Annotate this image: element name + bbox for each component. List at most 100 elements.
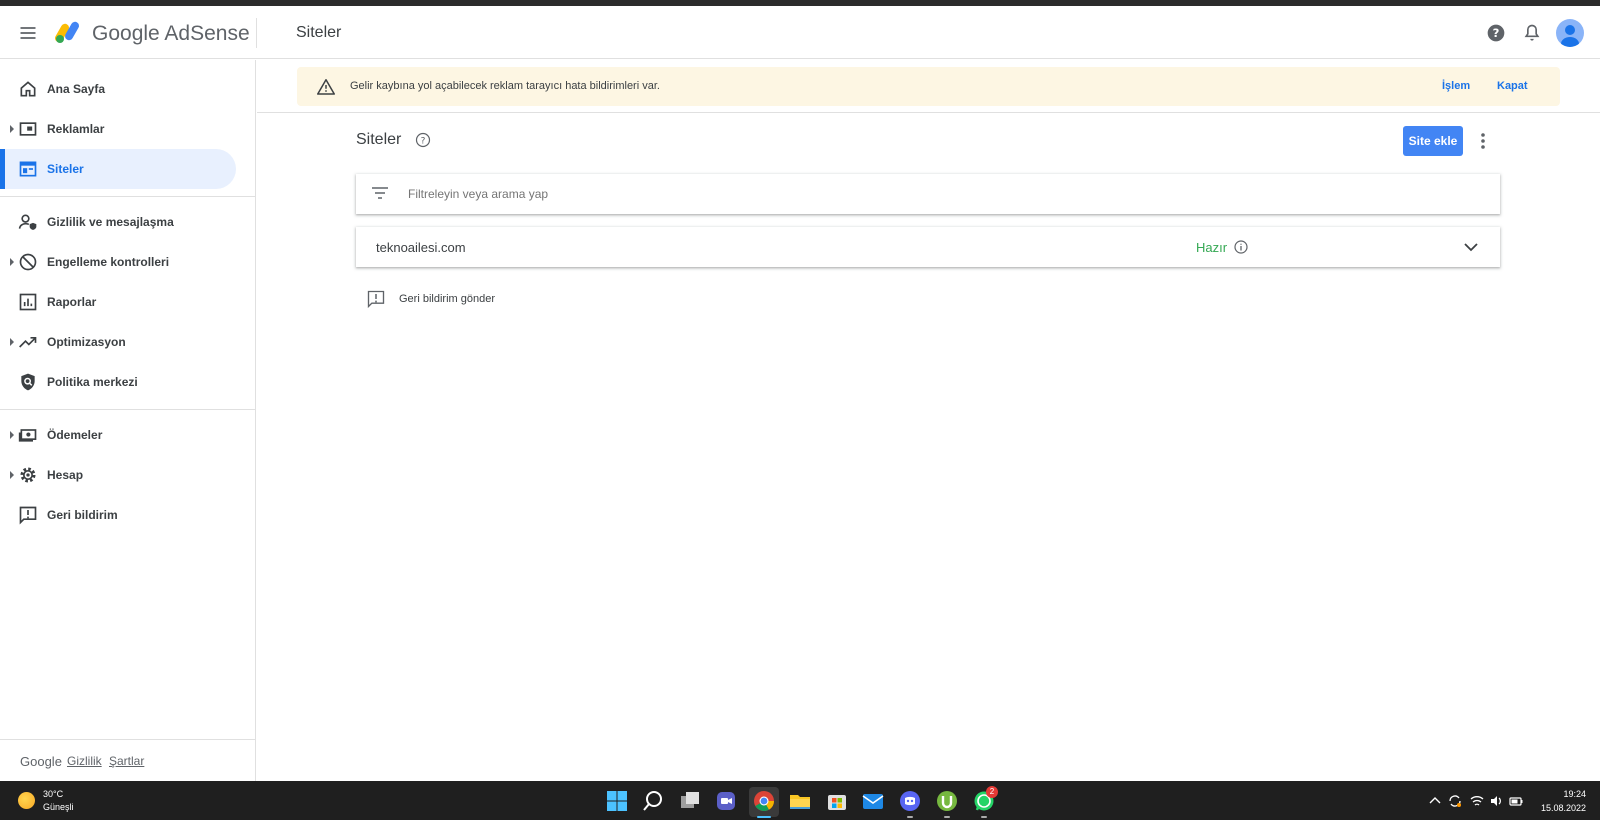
info-icon[interactable]	[1234, 240, 1248, 254]
task-view-icon[interactable]	[679, 790, 701, 812]
microsoft-store-icon[interactable]	[826, 790, 848, 812]
expand-arrow-icon	[10, 125, 14, 133]
sidebar-item-home[interactable]: Ana Sayfa	[0, 69, 236, 109]
alert-banner-message: Gelir kaybına yol açabilecek reklam tara…	[350, 80, 660, 92]
site-row[interactable]: teknoailesi.com Hazır	[356, 227, 1500, 267]
sidebar-footer: Google Gizlilik Şartlar	[0, 739, 256, 781]
weather-sun-icon[interactable]	[18, 792, 35, 809]
filter-bar	[356, 174, 1500, 214]
alert-action-button[interactable]: İşlem	[1442, 80, 1470, 92]
policy-shield-icon	[21, 373, 35, 391]
sidebar-item-account[interactable]: Hesap	[0, 455, 236, 495]
sidebar-item-payments[interactable]: Ödemeler	[0, 415, 236, 455]
sidebar-nav: Ana Sayfa Reklamlar Siteler Gizlilik ve …	[0, 60, 256, 781]
feedback-icon	[367, 290, 385, 309]
footer-google-brand: Google	[20, 754, 62, 769]
more-vert-icon[interactable]	[1474, 131, 1492, 151]
site-status-badge: Hazır	[1196, 240, 1228, 255]
avatar-person-icon	[1561, 25, 1579, 47]
add-site-button[interactable]: Site ekle	[1403, 126, 1463, 156]
expand-arrow-icon	[10, 258, 14, 266]
footer-terms-link[interactable]: Şartlar	[109, 754, 144, 768]
expand-arrow-icon	[10, 471, 14, 479]
volume-icon[interactable]	[1489, 794, 1503, 808]
weather-description: Güneşli	[43, 802, 74, 812]
expand-arrow-icon	[10, 338, 14, 346]
running-indicator	[757, 816, 771, 818]
warning-icon	[317, 79, 335, 95]
notifications-bell-icon[interactable]	[1522, 23, 1542, 43]
clock-date[interactable]: 15.08.2022	[1536, 803, 1586, 813]
ads-icon	[19, 122, 37, 136]
alert-banner: Gelir kaybına yol açabilecek reklam tara…	[297, 67, 1560, 106]
search-icon[interactable]	[642, 790, 664, 812]
sidebar-item-label: Geri bildirim	[47, 508, 118, 522]
footer-privacy-link[interactable]: Gizlilik	[67, 754, 102, 768]
block-icon	[19, 253, 37, 271]
sidebar-item-label: Gizlilik ve mesajlaşma	[47, 215, 174, 229]
menu-icon[interactable]	[18, 23, 38, 43]
filter-search-input[interactable]	[408, 184, 1308, 204]
battery-icon[interactable]	[1509, 794, 1523, 808]
chevron-down-icon[interactable]	[1463, 239, 1479, 255]
alert-banner-area: Gelir kaybına yol açabilecek reklam tara…	[257, 60, 1600, 113]
running-indicator	[907, 816, 913, 818]
windows-start-icon[interactable]	[606, 790, 628, 812]
page-title: Siteler	[356, 131, 402, 148]
adsense-logo-icon	[55, 21, 79, 43]
sidebar-item-label: Optimizasyon	[47, 335, 126, 349]
chevron-up-icon[interactable]	[1428, 794, 1442, 808]
product-name: Google AdSense	[92, 22, 250, 45]
sidebar-item-optimization[interactable]: Optimizasyon	[0, 322, 236, 362]
sidebar-item-policy-center[interactable]: Politika merkezi	[0, 362, 236, 402]
site-domain: teknoailesi.com	[376, 240, 466, 255]
weather-temperature: 30°C	[43, 789, 64, 799]
utorrent-icon[interactable]	[936, 790, 958, 812]
sidebar-divider	[0, 196, 256, 197]
sidebar-item-label: Hesap	[47, 468, 84, 482]
sidebar-item-reports[interactable]: Raporlar	[0, 282, 236, 322]
clock-time[interactable]: 19:24	[1552, 789, 1586, 799]
sync-icon[interactable]	[1448, 794, 1462, 808]
help-circle-icon[interactable]: ?	[415, 132, 431, 148]
alert-close-button[interactable]: Kapat	[1497, 80, 1528, 92]
sidebar-item-label: Ödemeler	[47, 428, 103, 442]
sidebar-divider	[0, 409, 256, 410]
sidebar-item-label: Ana Sayfa	[47, 82, 106, 96]
reports-icon	[19, 293, 37, 311]
privacy-icon	[18, 214, 37, 230]
sidebar-item-blocking-controls[interactable]: Engelleme kontrolleri	[0, 242, 236, 282]
sidebar-item-label: Raporlar	[47, 295, 97, 309]
svg-text:?: ?	[1493, 26, 1500, 40]
sidebar-item-privacy[interactable]: Gizlilik ve mesajlaşma	[0, 202, 236, 242]
file-explorer-icon[interactable]	[789, 790, 811, 812]
sidebar-item-ads[interactable]: Reklamlar	[0, 109, 236, 149]
expand-arrow-icon	[10, 431, 14, 439]
page-header-title: Siteler	[296, 24, 342, 41]
discord-icon[interactable]	[899, 790, 921, 812]
teams-chat-icon[interactable]	[715, 790, 737, 812]
chrome-icon[interactable]	[753, 790, 775, 812]
account-avatar[interactable]	[1556, 19, 1584, 47]
home-icon	[20, 81, 36, 97]
running-indicator	[981, 816, 987, 818]
svg-text:?: ?	[421, 137, 426, 147]
gear-icon	[20, 467, 36, 483]
filter-icon[interactable]	[371, 186, 389, 200]
header-divider	[256, 18, 257, 48]
send-feedback-label: Geri bildirim gönder	[399, 293, 495, 305]
feedback-icon	[19, 506, 37, 525]
payments-icon	[18, 429, 37, 442]
app-header: Google AdSense Siteler ?	[0, 6, 1600, 59]
wifi-icon[interactable]	[1470, 794, 1484, 808]
running-indicator	[944, 816, 950, 818]
sidebar-item-sites[interactable]: Siteler	[0, 149, 236, 189]
os-taskbar: 30°C Güneşli 2 19:24 15.08.2022	[0, 781, 1600, 820]
help-icon[interactable]: ?	[1486, 23, 1506, 43]
mail-icon[interactable]	[862, 790, 884, 812]
trending-icon	[19, 337, 37, 348]
sidebar-item-label: Engelleme kontrolleri	[47, 255, 170, 269]
sidebar-item-label: Siteler	[47, 162, 84, 176]
sidebar-item-feedback[interactable]: Geri bildirim	[0, 495, 236, 535]
sidebar-item-label: Politika merkezi	[47, 375, 138, 389]
